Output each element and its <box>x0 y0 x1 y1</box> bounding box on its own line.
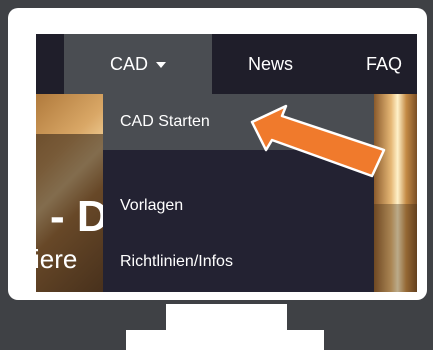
nav-item-cad[interactable]: CAD <box>64 34 212 94</box>
cad-dropdown-menu: CAD Starten Vorlagen Richtlinien/Infos <box>103 94 374 292</box>
hero-title-fragment: - D <box>50 192 109 241</box>
monitor-stand-neck <box>166 304 287 330</box>
hero-subtitle-fragment: iere <box>36 244 78 274</box>
chevron-down-icon <box>156 62 166 69</box>
nav-item-faq[interactable]: FAQ <box>366 34 402 94</box>
nav-item-news[interactable]: News <box>248 34 293 94</box>
hero-image-right <box>374 94 417 292</box>
menu-item-richtlinien-infos[interactable]: Richtlinien/Infos <box>103 234 374 290</box>
top-navbar: CAD News FAQ <box>36 34 417 94</box>
nav-item-cad-label: CAD <box>109 54 148 74</box>
monitor-stand-base <box>126 330 324 350</box>
monitor-frame: - D iere CAD News FAQ CAD Starten Vorlag… <box>8 8 427 300</box>
menu-item-cad-starten[interactable]: CAD Starten <box>103 94 374 150</box>
menu-item-vorlagen[interactable]: Vorlagen <box>103 178 374 234</box>
monitor-screen: - D iere CAD News FAQ CAD Starten Vorlag… <box>36 34 417 292</box>
